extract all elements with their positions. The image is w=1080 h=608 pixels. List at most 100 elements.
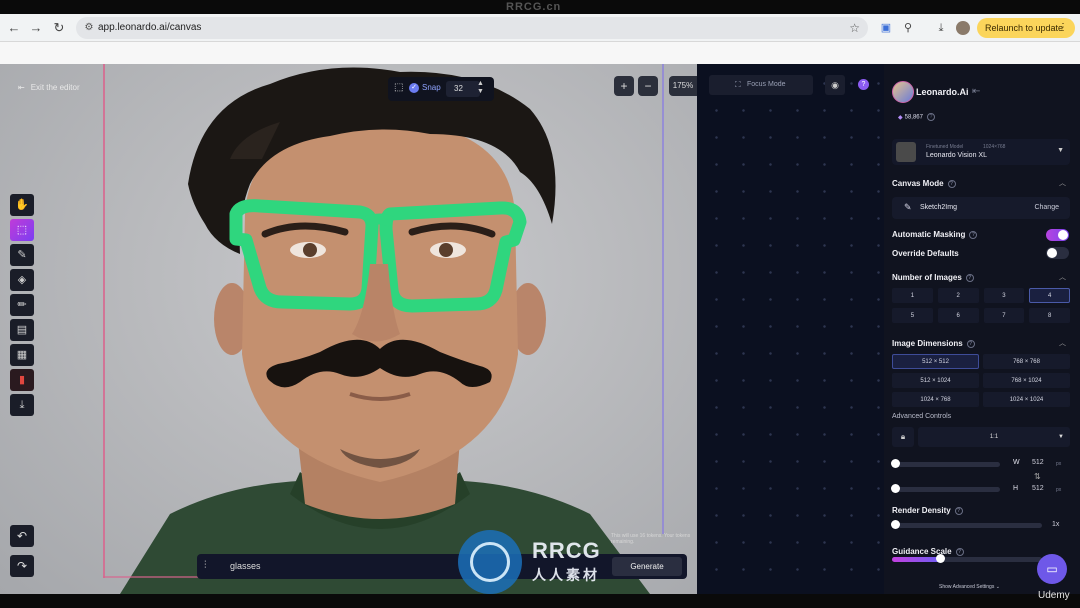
slider-fill xyxy=(892,557,940,562)
back-icon[interactable]: ← xyxy=(6,20,22,36)
exit-editor-link[interactable]: ⇤ Exit the editor xyxy=(18,83,80,92)
width-label: W xyxy=(1013,459,1020,466)
slider-knob[interactable] xyxy=(891,459,900,468)
width-slider[interactable] xyxy=(891,459,1000,468)
snap-stepper-icon[interactable]: ▲ ▼ xyxy=(477,80,484,96)
auto-masking-toggle[interactable] xyxy=(1046,229,1069,241)
info-icon[interactable]: ? xyxy=(966,339,975,348)
info-icon[interactable]: ? xyxy=(965,273,974,282)
reload-icon[interactable]: ↻ xyxy=(51,20,67,36)
model-selector[interactable]: Finetuned Model 1024×768 Leonardo Vision… xyxy=(892,139,1070,165)
undo-icon[interactable]: ↶ xyxy=(10,525,34,547)
focus-mode-label: Focus Mode xyxy=(747,81,786,88)
help-icon[interactable]: ? xyxy=(858,79,869,90)
slider-knob[interactable] xyxy=(936,554,945,563)
lock-icon[interactable]: 🔒︎ xyxy=(892,427,914,447)
auto-masking-label: Automatic Masking? xyxy=(892,230,978,239)
delete-icon[interactable]: ▮ xyxy=(10,369,34,391)
chevron-down-icon: ▼ xyxy=(1057,147,1064,154)
dotted-workspace xyxy=(697,64,884,594)
watermark-sub: 人人素材 xyxy=(532,567,600,583)
info-icon[interactable]: ? xyxy=(955,547,964,556)
text-tool-icon[interactable]: ▤ xyxy=(10,319,34,341)
brush-tool-icon[interactable]: ✎ xyxy=(10,244,34,266)
chevron-up-icon[interactable]: ︿ xyxy=(1059,178,1066,188)
dimension-option[interactable]: 768 × 1024 xyxy=(983,373,1070,388)
info-icon[interactable]: ? xyxy=(954,506,963,515)
puzzle-extensions-icon[interactable]: ⚲ xyxy=(900,20,916,36)
redo-icon[interactable]: ↷ xyxy=(10,555,34,577)
num-images-option[interactable]: 1 xyxy=(892,288,933,303)
snap-value-input[interactable]: 32 xyxy=(446,81,480,97)
address-bar[interactable]: ⚙ app.leonardo.ai/canvas ☆ xyxy=(76,17,868,39)
num-images-option[interactable]: 4 xyxy=(1029,288,1070,303)
swap-dimensions-icon[interactable]: ⇅ xyxy=(1034,472,1041,481)
aspect-ratio-select[interactable]: 1:1 ▼ xyxy=(918,427,1070,447)
snap-label: Snap xyxy=(422,83,441,92)
prompt-settings-icon[interactable]: ⫶ xyxy=(204,560,207,571)
change-mode-button[interactable]: Change xyxy=(1034,204,1059,211)
pan-hand-icon[interactable]: ✋ xyxy=(10,194,34,216)
snap-checkbox[interactable]: ✓ xyxy=(409,83,419,93)
dimension-option[interactable]: 1024 × 1024 xyxy=(983,392,1070,407)
image-upload-icon[interactable]: ▦ xyxy=(10,344,34,366)
focus-mode-button[interactable]: ⛶ Focus Mode xyxy=(709,75,813,95)
url-text[interactable]: app.leonardo.ai/canvas xyxy=(98,21,201,35)
num-images-option[interactable]: 3 xyxy=(983,288,1025,303)
extension-icon[interactable]: ▣ xyxy=(878,20,894,36)
slider-knob[interactable] xyxy=(891,484,900,493)
generate-button[interactable]: Generate xyxy=(612,557,682,576)
dimension-option[interactable]: 768 × 768 xyxy=(983,354,1070,369)
download-canvas-icon[interactable]: ⤓ xyxy=(10,394,34,416)
guidance-scale-slider[interactable] xyxy=(892,554,1042,563)
dimension-option[interactable]: 512 × 1024 xyxy=(892,373,979,388)
render-density-title-text: Render Density xyxy=(892,506,951,515)
exit-arrow-icon: ⇤ xyxy=(18,83,25,92)
camera-icon[interactable]: ◉ xyxy=(825,75,845,95)
num-images-option[interactable]: 5 xyxy=(892,308,933,323)
pencil-tool-icon[interactable]: ✏ xyxy=(10,294,34,316)
chevron-up-icon[interactable]: ︿ xyxy=(1059,338,1066,348)
height-slider[interactable] xyxy=(891,484,1000,493)
zoom-in-button[interactable]: + xyxy=(614,76,634,96)
zoom-out-button[interactable]: − xyxy=(638,76,658,96)
info-icon[interactable]: ? xyxy=(926,113,935,121)
select-frame-icon[interactable]: ⬚ xyxy=(394,82,406,94)
num-images-option[interactable]: 6 xyxy=(937,308,979,323)
override-defaults-toggle[interactable] xyxy=(1046,247,1069,259)
download-icon[interactable]: ⤓ xyxy=(933,20,949,36)
brand-avatar xyxy=(892,81,914,103)
chevron-up-icon[interactable]: ︿ xyxy=(1059,272,1066,282)
height-value[interactable]: 512 xyxy=(1032,485,1044,492)
editor-canvas[interactable]: ⇤ Exit the editor ⬚ ✓ Snap 32 ▲ ▼ + − 175%… xyxy=(0,64,697,594)
settings-panel: Leonardo.Ai ⇤ ◆ 58,867? Finetuned Model 1… xyxy=(884,64,1080,594)
dimension-option[interactable]: 512 × 512 xyxy=(892,354,979,369)
height-unit: px xyxy=(1056,487,1062,493)
render-density-slider[interactable] xyxy=(891,520,1042,529)
render-density-title: Render Density? xyxy=(892,506,963,515)
select-tool-icon[interactable]: ⬚ xyxy=(10,219,34,241)
profile-avatar[interactable] xyxy=(956,21,970,35)
relaunch-button[interactable]: Relaunch to update ⋮ xyxy=(977,18,1075,38)
forward-icon[interactable]: → xyxy=(28,20,44,36)
width-value[interactable]: 512 xyxy=(1032,459,1044,466)
dimension-option[interactable]: 1024 × 768 xyxy=(892,392,979,407)
canvas-frame-left xyxy=(103,64,105,578)
num-images-option[interactable]: 7 xyxy=(983,308,1025,323)
info-icon[interactable]: ? xyxy=(947,179,956,188)
prompt-input[interactable]: glasses xyxy=(230,561,261,571)
eraser-tool-icon[interactable]: ◈ xyxy=(10,269,34,291)
chat-support-icon[interactable]: ▭ xyxy=(1037,554,1067,584)
more-menu-icon[interactable]: ⋮ xyxy=(1058,18,1068,38)
num-images-option[interactable]: 8 xyxy=(1029,308,1070,323)
aspect-ratio-value: 1:1 xyxy=(989,434,999,440)
collapse-panel-icon[interactable]: ⇤ xyxy=(972,86,980,97)
info-icon[interactable]: ? xyxy=(969,230,978,239)
site-settings-icon[interactable]: ⚙ xyxy=(82,21,96,35)
canvas-mode-title-text: Canvas Mode xyxy=(892,179,944,188)
bookmark-star-icon[interactable]: ☆ xyxy=(849,20,860,36)
num-images-option[interactable]: 2 xyxy=(937,288,979,303)
slider-knob[interactable] xyxy=(891,520,900,529)
show-advanced-settings-link[interactable]: Show Advanced Settings ⌄ xyxy=(939,584,1000,590)
dimensions-grid: 512 × 512 768 × 768 512 × 1024 768 × 1024 10… xyxy=(892,354,1070,407)
